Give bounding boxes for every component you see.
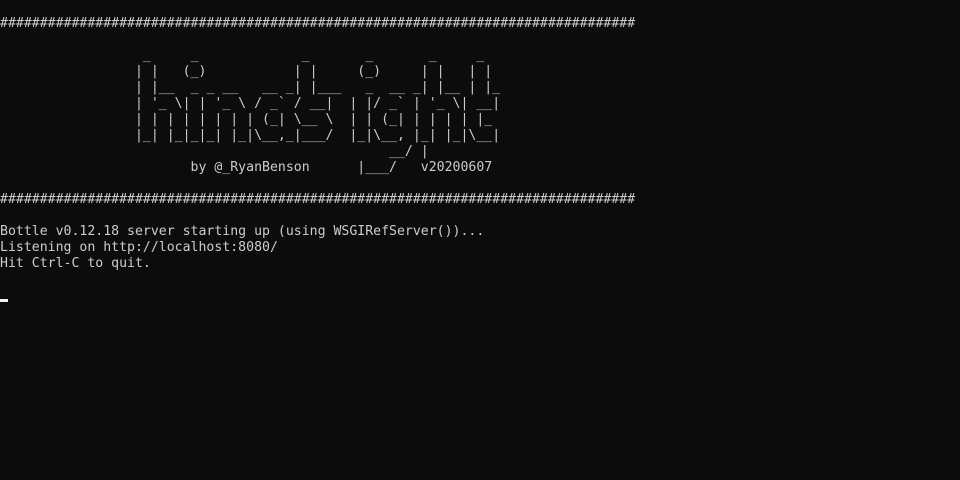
ascii-logo-line: |_| |_|_|_| |_|\__,_|___/ |_|\__, |_| |_… <box>0 128 501 143</box>
ascii-logo-line: _ _ _ _ _ _ <box>0 48 485 63</box>
author-version-line: by @_RyanBenson |___/ v20200607 <box>0 160 493 175</box>
terminal-window[interactable]: ########################################… <box>0 0 960 480</box>
ascii-logo-line: | |__ _ _ __ __ _| |___ _ __ _| |__ | |_ <box>0 80 501 95</box>
banner-border-bottom: ########################################… <box>0 192 636 207</box>
ascii-logo-line: | | | | | | | | (_| \__ \ | | (_| | | | … <box>0 112 493 127</box>
server-start-message: Bottle v0.12.18 server starting up (usin… <box>0 224 485 239</box>
ascii-logo-line: | '_ \| | '_ \ / _` / __| | |/ _` | '_ \… <box>0 96 501 111</box>
quit-hint-message: Hit Ctrl-C to quit. <box>0 256 151 271</box>
ascii-logo-line: __/ | <box>0 144 429 159</box>
terminal-output: ########################################… <box>0 16 960 288</box>
ascii-logo-line: | | (_) | | (_) | | | | <box>0 64 493 79</box>
banner-border-top: ########################################… <box>0 16 636 31</box>
text-cursor <box>0 299 8 302</box>
listening-address-message: Listening on http://localhost:8080/ <box>0 240 278 255</box>
